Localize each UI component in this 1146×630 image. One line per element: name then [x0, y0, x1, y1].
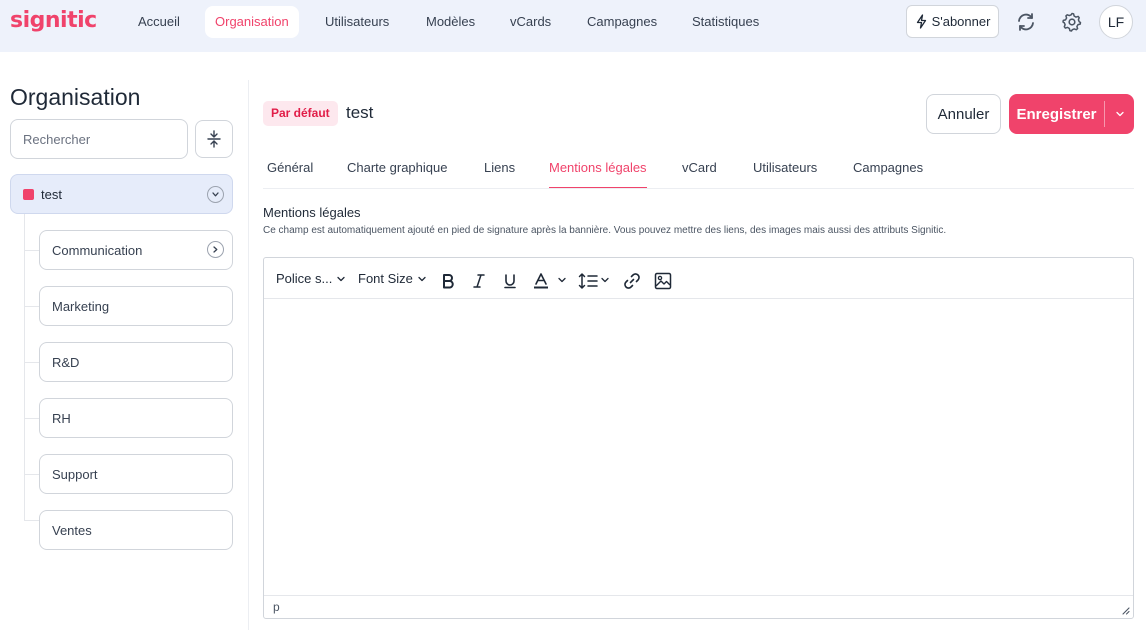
font-family-value: Police s...: [276, 271, 333, 286]
tree-item-label: Ventes: [52, 523, 92, 538]
nav-item-vcards[interactable]: vCards: [500, 6, 561, 38]
tab-vcard[interactable]: vCard: [682, 160, 717, 189]
tab-liens[interactable]: Liens: [484, 160, 515, 189]
expand-toggle[interactable]: [207, 186, 224, 203]
tree-branch: [24, 474, 39, 475]
collapse-all-button[interactable]: [195, 120, 233, 158]
default-badge: Par défaut: [263, 101, 338, 126]
signitic-logo[interactable]: signitic: [10, 8, 97, 33]
font-size-select[interactable]: Font Size: [358, 271, 427, 286]
tree-item-label: RH: [52, 411, 71, 426]
nav-item-modeles[interactable]: Modèles: [416, 6, 485, 38]
tabs-divider: [263, 188, 1134, 189]
tab-charte-graphique[interactable]: Charte graphique: [347, 160, 447, 189]
nav-item-campagnes[interactable]: Campagnes: [577, 6, 667, 38]
tree-branch: [24, 306, 39, 307]
editor-toolbar: Police s... Font Size: [264, 258, 1133, 299]
chevron-down-icon: [337, 276, 346, 281]
bold-button[interactable]: [439, 270, 457, 292]
tab-utilisateurs[interactable]: Utilisateurs: [753, 160, 817, 189]
root-color-swatch: [23, 189, 34, 200]
tree-item-support[interactable]: Support: [39, 454, 233, 494]
chevron-right-icon: [213, 246, 218, 253]
tree-item-rnd[interactable]: R&D: [39, 342, 233, 382]
section-title: Mentions légales: [263, 205, 361, 220]
tree-branch: [24, 418, 39, 419]
sync-button[interactable]: [1013, 9, 1039, 35]
nav-item-organisation[interactable]: Organisation: [205, 6, 299, 38]
user-avatar[interactable]: LF: [1099, 5, 1133, 39]
tab-general[interactable]: Général: [267, 160, 313, 189]
tree-item-label: Support: [52, 467, 98, 482]
tree-root-item[interactable]: test: [10, 174, 233, 214]
lightning-icon: [916, 14, 926, 29]
gear-icon: [1062, 12, 1082, 32]
tree-item-label: Communication: [52, 243, 143, 258]
section-description: Ce champ est automatiquement ajouté en p…: [263, 225, 947, 236]
tree-item-ventes[interactable]: Ventes: [39, 510, 233, 550]
save-button-group: Enregistrer: [1009, 94, 1134, 134]
italic-button[interactable]: [470, 270, 488, 292]
text-color-button[interactable]: [532, 270, 570, 292]
tree-item-label: Marketing: [52, 299, 110, 314]
save-options-button[interactable]: [1105, 94, 1134, 134]
entity-name: test: [346, 103, 374, 122]
underline-icon: [504, 274, 516, 289]
link-button[interactable]: [622, 270, 642, 292]
tab-mentions-legales[interactable]: Mentions légales: [549, 160, 647, 189]
nav-item-statistiques[interactable]: Statistiques: [682, 6, 769, 38]
line-height-button[interactable]: [578, 270, 612, 292]
link-icon: [624, 273, 640, 289]
expand-toggle[interactable]: [207, 241, 224, 258]
image-button[interactable]: [653, 270, 673, 292]
tab-campagnes[interactable]: Campagnes: [853, 160, 923, 189]
tree-item-communication[interactable]: Communication: [39, 230, 233, 270]
cancel-button[interactable]: Annuler: [926, 94, 1001, 134]
save-button[interactable]: Enregistrer: [1009, 94, 1104, 134]
underline-button[interactable]: [501, 270, 519, 292]
sidebar-divider: [248, 80, 249, 630]
text-color-icon: [534, 273, 566, 289]
top-navigation: signitic Accueil Organisation Utilisateu…: [0, 0, 1146, 52]
subscribe-label: S'abonner: [931, 14, 991, 29]
chevron-down-icon: [418, 276, 426, 281]
settings-button[interactable]: [1059, 9, 1085, 35]
chevron-down-icon: [212, 192, 219, 197]
collapse-icon: [207, 130, 221, 148]
chevron-down-icon: [1115, 111, 1124, 117]
nav-item-utilisateurs[interactable]: Utilisateurs: [315, 6, 399, 38]
tree-item-marketing[interactable]: Marketing: [39, 286, 233, 326]
editor-statusbar: p: [264, 595, 1133, 618]
tree-branch: [24, 520, 39, 521]
image-icon: [654, 272, 672, 290]
nav-item-accueil[interactable]: Accueil: [128, 6, 190, 38]
tree-branch: [24, 250, 39, 251]
sync-icon: [1018, 13, 1034, 31]
tree-root-label: test: [41, 187, 62, 202]
element-path[interactable]: p: [273, 600, 280, 614]
rich-text-editor: Police s... Font Size p: [263, 257, 1134, 619]
tree-item-label: R&D: [52, 355, 80, 370]
tree-branch: [24, 362, 39, 363]
sidebar-title: Organisation: [10, 84, 141, 110]
bold-icon: [443, 274, 454, 289]
search-input[interactable]: [10, 119, 188, 159]
subscribe-button[interactable]: S'abonner: [906, 5, 999, 38]
resize-handle-icon[interactable]: [1120, 605, 1130, 615]
editor-content-area[interactable]: [264, 299, 1133, 595]
italic-icon: [473, 274, 485, 288]
tree-item-rh[interactable]: RH: [39, 398, 233, 438]
font-size-value: Font Size: [358, 271, 413, 286]
line-height-icon: [578, 273, 609, 289]
font-family-select[interactable]: Police s...: [276, 271, 346, 286]
